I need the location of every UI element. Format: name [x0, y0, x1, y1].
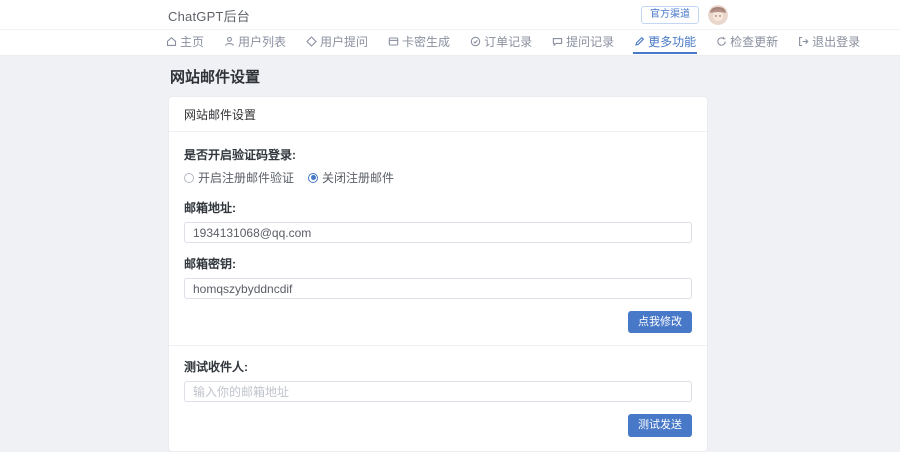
email-address-input[interactable]	[184, 222, 692, 243]
radio-checked-icon	[308, 173, 318, 183]
users-icon	[224, 36, 235, 47]
main-nav-bar: 主页 用户列表 用户提问 卡密生成 订单记录 提问记录 更多功能 检查更新	[0, 30, 900, 56]
email-address-label: 邮箱地址:	[184, 199, 692, 216]
captcha-login-label: 是否开启验证码登录:	[184, 146, 692, 163]
official-channel-button[interactable]: 官方渠道	[641, 6, 699, 24]
user-avatar[interactable]	[708, 5, 728, 25]
nav-item-order-records[interactable]: 订单记录	[469, 32, 533, 54]
logout-icon	[798, 36, 809, 47]
nav-item-logout[interactable]: 退出登录	[797, 32, 861, 54]
nav-item-card-generate[interactable]: 卡密生成	[387, 32, 451, 54]
nav-item-more-functions[interactable]: 更多功能	[633, 32, 697, 54]
test-recipient-label: 测试收件人:	[184, 358, 692, 375]
pencil-icon	[634, 36, 645, 47]
test-recipient-input[interactable]	[184, 381, 692, 402]
radio-disable-register-mail[interactable]: 关闭注册邮件	[308, 169, 394, 186]
email-key-input[interactable]	[184, 278, 692, 299]
nav-item-user-questions[interactable]: 用户提问	[305, 32, 369, 54]
nav-item-question-records[interactable]: 提问记录	[551, 32, 615, 54]
nav-item-check-update[interactable]: 检查更新	[715, 32, 779, 54]
modify-button[interactable]: 点我修改	[628, 311, 692, 333]
card-icon	[388, 36, 399, 47]
order-icon	[470, 36, 481, 47]
radio-enable-register-mail[interactable]: 开启注册邮件验证	[184, 169, 294, 186]
radio-unchecked-icon	[184, 173, 194, 183]
app-title: ChatGPT后台	[168, 6, 250, 25]
avatar-image	[708, 5, 728, 25]
page-title: 网站邮件设置	[170, 66, 260, 87]
nav-item-home[interactable]: 主页	[165, 32, 205, 54]
nav-item-user-list[interactable]: 用户列表	[223, 32, 287, 54]
test-send-button[interactable]: 测试发送	[628, 414, 692, 436]
chat-icon	[552, 36, 563, 47]
section-divider	[169, 345, 707, 346]
email-key-label: 邮箱密钥:	[184, 255, 692, 272]
mail-settings-card: 网站邮件设置 是否开启验证码登录: 开启注册邮件验证 关闭注册邮件 邮箱地址: …	[168, 96, 708, 452]
home-icon	[166, 36, 177, 47]
question-icon	[306, 36, 317, 47]
register-mail-radio-group: 开启注册邮件验证 关闭注册邮件	[184, 169, 692, 186]
top-header-bar: ChatGPT后台 官方渠道	[0, 0, 900, 30]
card-header: 网站邮件设置	[169, 97, 707, 132]
refresh-icon	[716, 36, 727, 47]
